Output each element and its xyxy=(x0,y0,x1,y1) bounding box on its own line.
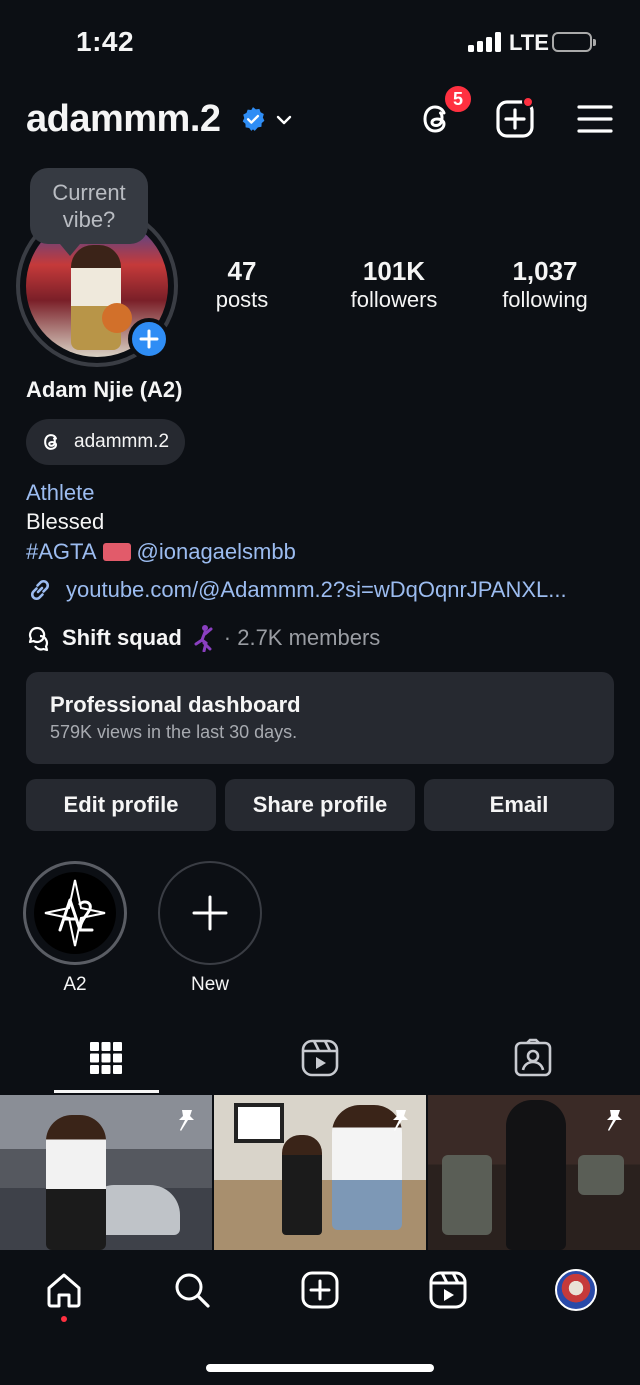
threads-notification-badge: 5 xyxy=(443,84,473,114)
pinned-icon xyxy=(393,1110,408,1131)
post-thumbnail[interactable] xyxy=(214,1095,426,1250)
stat-posts-label: posts xyxy=(215,287,269,312)
search-icon[interactable] xyxy=(172,1270,212,1310)
stat-followers-label: followers xyxy=(350,287,438,312)
pinned-icon xyxy=(607,1110,622,1131)
home-notification-dot xyxy=(61,1316,67,1322)
email-button[interactable]: Email xyxy=(424,779,614,831)
post-thumbnail[interactable] xyxy=(428,1095,640,1250)
bio-hashtag[interactable]: #AGTA xyxy=(26,539,97,565)
channel-members: · 2.7K members xyxy=(223,625,381,650)
home-icon[interactable] xyxy=(44,1270,84,1310)
stat-following-number: 1,037 xyxy=(512,256,578,286)
stat-following[interactable]: 1,037 following xyxy=(486,256,604,314)
channel-chat-icon xyxy=(28,626,49,652)
threads-icon xyxy=(44,434,58,450)
avatar-note-tooltip[interactable]: Current vibe? xyxy=(30,168,148,256)
reels-icon[interactable] xyxy=(428,1270,468,1310)
threads-handle: adammm.2 xyxy=(74,431,170,452)
dashboard-subtitle: 579K views in the last 30 days. xyxy=(50,722,298,742)
ticket-emoji-icon xyxy=(102,543,131,561)
bio-tags-line: #AGTA @ionagaelsmbb xyxy=(26,539,296,565)
profile-username[interactable]: adammm.2 xyxy=(26,98,221,141)
link-icon xyxy=(30,579,50,601)
signal-icon xyxy=(468,32,501,52)
stat-followers-number: 101K xyxy=(362,256,426,286)
stat-followers[interactable]: 101K followers xyxy=(334,256,454,314)
chevron-down-icon[interactable] xyxy=(274,110,294,130)
plus-icon xyxy=(139,329,159,349)
bio-line: Blessed xyxy=(26,509,105,534)
profile-category: Athlete xyxy=(26,480,95,505)
edit-profile-button[interactable]: Edit profile xyxy=(26,779,216,831)
highlight-a2[interactable] xyxy=(23,861,127,965)
dancer-emoji-icon xyxy=(194,625,213,652)
a2-logo-icon xyxy=(34,872,116,954)
battery-icon xyxy=(552,32,596,52)
dashboard-title: Professional dashboard xyxy=(50,692,301,717)
grid-tab-icon[interactable] xyxy=(86,1038,126,1078)
pinned-icon xyxy=(179,1110,194,1131)
active-tab-indicator xyxy=(54,1090,159,1093)
threads-profile-button[interactable]: adammm.2 xyxy=(26,419,186,465)
verified-badge-icon xyxy=(242,107,265,131)
professional-dashboard-card[interactable]: Professional dashboard 579K views in the… xyxy=(26,672,614,764)
network-type: LTE xyxy=(509,30,549,55)
stat-posts-number: 47 xyxy=(227,256,257,286)
add-story-button[interactable] xyxy=(128,318,170,360)
create-notification-dot xyxy=(522,96,534,108)
post-grid xyxy=(0,1095,640,1250)
broadcast-channel-row[interactable]: Shift squad · 2.7K members xyxy=(26,624,380,652)
plus-icon xyxy=(192,895,228,931)
home-indicator[interactable] xyxy=(206,1364,434,1372)
profile-link[interactable]: youtube.com/@Adammm.2?si=wDqOqnrJPANXL..… xyxy=(26,576,567,604)
bio-mention[interactable]: @ionagaelsmbb xyxy=(137,539,296,565)
share-profile-button[interactable]: Share profile xyxy=(225,779,415,831)
stat-posts[interactable]: 47 posts xyxy=(198,256,286,314)
profile-link-text: youtube.com/@Adammm.2?si=wDqOqnrJPANXL..… xyxy=(66,577,567,602)
post-thumbnail[interactable] xyxy=(0,1095,212,1250)
new-highlight-button[interactable] xyxy=(158,861,262,965)
create-icon[interactable] xyxy=(300,1270,340,1310)
channel-name: Shift squad xyxy=(62,625,182,650)
profile-tab-avatar[interactable] xyxy=(555,1269,597,1311)
new-highlight-label: New xyxy=(190,974,229,995)
status-time: 1:42 xyxy=(76,26,135,57)
stat-following-label: following xyxy=(502,287,588,312)
tagged-tab-icon[interactable] xyxy=(513,1038,553,1078)
reels-tab-icon[interactable] xyxy=(300,1038,340,1078)
menu-icon[interactable] xyxy=(574,98,616,140)
highlight-a2-label: A2 xyxy=(63,974,87,995)
profile-full-name: Adam Njie (A2) xyxy=(26,377,183,402)
